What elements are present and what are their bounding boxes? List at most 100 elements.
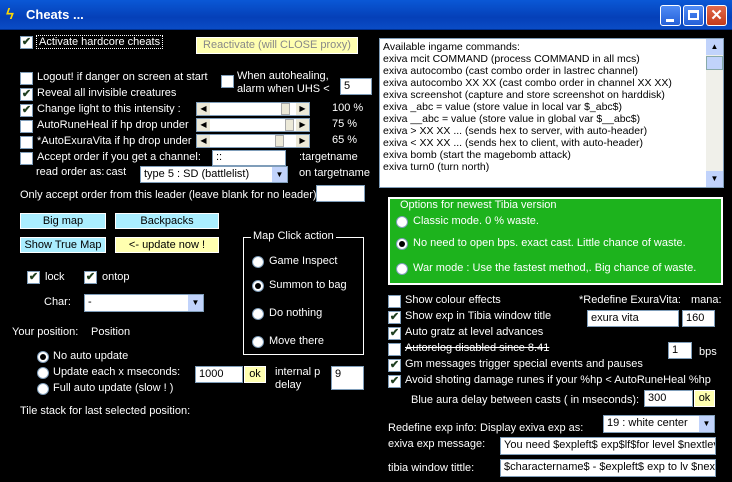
mana-label: mana: — [691, 294, 722, 306]
reveal-checkbox[interactable] — [20, 88, 33, 101]
display-exp-label: Display exiva exp as: — [480, 422, 584, 434]
slider-right-icon[interactable]: ▶ — [296, 119, 309, 131]
targetname-label: :targetname — [299, 151, 358, 163]
scroll-up-icon[interactable]: ▲ — [706, 39, 723, 55]
light-pct: 100 % — [332, 102, 364, 114]
summon-to-bag-radio[interactable] — [252, 280, 264, 292]
slider-thumb[interactable] — [275, 135, 284, 147]
activate-hardcore-label[interactable]: Activate hardcore cheats — [36, 35, 164, 49]
slider-right-icon[interactable]: ▶ — [296, 135, 309, 147]
aura-delay-input[interactable]: 300 — [644, 390, 693, 407]
show-colour-checkbox[interactable] — [388, 295, 401, 308]
alarm-uhs-input[interactable]: 5 — [340, 78, 372, 95]
tibia-options-title: Options for newest Tibia version — [398, 199, 559, 211]
leader-input[interactable] — [316, 185, 365, 202]
rune-pct: 75 % — [332, 118, 358, 130]
display-exp-select[interactable]: 19 : white center ▼ — [603, 415, 715, 433]
autorune-checkbox[interactable] — [20, 120, 33, 133]
bps-input[interactable]: 1 — [668, 342, 692, 359]
list-item: exiva bomb (start the magebomb attack) — [383, 149, 571, 161]
full-auto-update-radio[interactable] — [37, 383, 49, 395]
chevron-down-icon[interactable]: ▼ — [272, 167, 287, 182]
accept-order-checkbox[interactable] — [20, 152, 33, 165]
char-select-value: - — [88, 296, 92, 308]
change-light-label: Change light to this intensity : — [37, 103, 181, 115]
redefine-exp-label: Redefine exp info: — [388, 422, 477, 434]
ontop-label: ontop — [102, 271, 130, 283]
autoexura-checkbox[interactable] — [20, 136, 33, 149]
delay-label: delay — [275, 379, 302, 391]
chevron-down-icon[interactable]: ▼ — [699, 416, 714, 432]
char-select[interactable]: - ▼ — [84, 294, 204, 312]
chevron-down-icon[interactable]: ▼ — [188, 295, 203, 311]
commands-scrollbar[interactable]: ▲ ▼ — [706, 39, 723, 187]
cast-label: cast — [106, 166, 127, 178]
read-order-label: read order as: — [36, 166, 105, 178]
slider-left-icon[interactable]: ◀ — [197, 135, 210, 147]
window-title: Cheats ... — [26, 7, 84, 22]
reactivate-button[interactable]: Reactivate (will CLOSE proxy) — [196, 37, 358, 54]
cast-select[interactable]: type 5 : SD (battlelist) ▼ — [140, 166, 288, 183]
avoid-checkbox[interactable] — [388, 375, 401, 388]
no-auto-update-radio[interactable] — [37, 351, 49, 363]
list-item: exiva turn0 (turn north) — [383, 161, 490, 173]
logout-checkbox[interactable] — [20, 72, 33, 85]
show-true-map-button[interactable]: Show True Map — [20, 237, 106, 253]
position-value: Position — [91, 326, 131, 338]
autorune-slider[interactable]: ◀ ▶ — [196, 118, 310, 132]
war-mode-label: War mode : Use the fastest method,. Big … — [413, 262, 697, 274]
slider-left-icon[interactable]: ◀ — [197, 119, 210, 131]
exact-cast-label: No need to open bps. exact cast. Little … — [413, 237, 686, 249]
exura-input[interactable]: exura vita — [587, 310, 679, 327]
exact-cast-radio[interactable] — [396, 238, 408, 250]
autohealing-alarm-checkbox[interactable] — [221, 75, 234, 88]
war-mode-radio[interactable] — [396, 263, 408, 275]
internal-delay-input[interactable]: 9 — [331, 366, 364, 390]
accept-order-label: Accept order if you get a channel: — [37, 151, 201, 163]
channel-input[interactable]: :: — [212, 150, 286, 166]
autoexura-slider[interactable]: ◀ ▶ — [196, 134, 310, 148]
scroll-down-icon[interactable]: ▼ — [706, 171, 723, 187]
slider-left-icon[interactable]: ◀ — [197, 103, 210, 115]
classic-mode-radio[interactable] — [396, 216, 408, 228]
bps-label: bps — [699, 346, 717, 358]
app-icon: ϟ — [6, 6, 14, 23]
update-now-button[interactable]: <- update now ! — [115, 237, 219, 253]
leader-label: Only accept order from this leader (leav… — [20, 189, 323, 201]
backpacks-button[interactable]: Backpacks — [115, 213, 219, 229]
ontop-checkbox[interactable] — [84, 271, 97, 284]
lock-checkbox[interactable] — [27, 271, 40, 284]
slider-thumb[interactable] — [285, 119, 294, 131]
auto-gratz-checkbox[interactable] — [388, 327, 401, 340]
aura-ok-button[interactable]: ok — [694, 390, 715, 407]
mseconds-input[interactable]: 1000 — [195, 366, 243, 383]
no-auto-update-label: No auto update — [53, 350, 129, 362]
char-label: Char: — [44, 296, 71, 308]
mana-input[interactable]: 160 — [682, 310, 715, 327]
commands-list[interactable]: Available ingame commands: exiva mcit CO… — [379, 38, 724, 188]
window-title-input[interactable]: $charactername$ - $expleft$ exp to lv $n… — [500, 459, 716, 477]
autorelog-checkbox[interactable] — [388, 343, 401, 356]
big-map-button[interactable]: Big map — [20, 213, 106, 229]
cast-select-value: type 5 : SD (battlelist) — [144, 168, 250, 180]
show-exp-checkbox[interactable] — [388, 311, 401, 324]
maximize-button[interactable] — [683, 5, 704, 26]
title-bar — [0, 0, 732, 30]
slider-thumb[interactable] — [281, 103, 290, 115]
close-button[interactable]: ✕ — [706, 5, 727, 26]
activate-hardcore-checkbox[interactable] — [20, 36, 33, 49]
game-inspect-radio[interactable] — [252, 256, 264, 268]
exiva-msg-input[interactable]: You need $expleft$ exp$lf$for level $nex… — [500, 437, 716, 455]
minimize-button[interactable] — [660, 5, 681, 26]
scroll-thumb[interactable] — [706, 56, 723, 70]
update-each-radio[interactable] — [37, 367, 49, 379]
change-light-checkbox[interactable] — [20, 104, 33, 117]
mseconds-ok-button[interactable]: ok — [244, 366, 266, 383]
gm-messages-checkbox[interactable] — [388, 359, 401, 372]
light-slider[interactable]: ◀ ▶ — [196, 102, 310, 116]
on-targetname-label: on targetname — [299, 167, 370, 179]
slider-right-icon[interactable]: ▶ — [296, 103, 309, 115]
list-item: exiva > XX XX ... (sends hex to server, … — [383, 125, 648, 137]
move-there-radio[interactable] — [252, 336, 264, 348]
do-nothing-radio[interactable] — [252, 308, 264, 320]
